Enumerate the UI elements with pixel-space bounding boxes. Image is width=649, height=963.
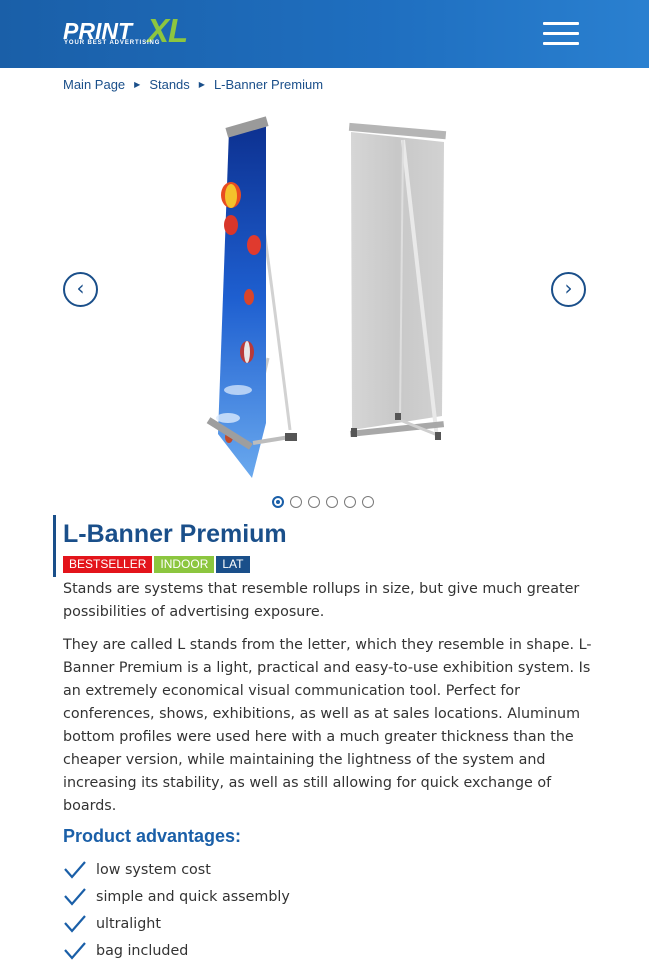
badge-bestseller: BESTSELLER [63,556,153,573]
badge-indoor: INDOOR [154,556,215,573]
badge-lat: LAT [216,556,250,573]
site-header: PRINT XL YOUR BEST ADVERTISING [0,0,649,68]
gallery-pagination [272,496,374,510]
banner-back [348,122,447,440]
checkmark-icon [64,860,86,879]
title-accent-bar [53,515,56,577]
advantage-text: simple and quick assembly [96,888,290,905]
breadcrumb-main-page[interactable]: Main Page [63,77,125,92]
product-gallery: ‹ › [0,100,649,485]
list-item: bag included [63,937,563,963]
breadcrumb: Main Page ▶ Stands ▶ L-Banner Premium [63,75,323,93]
advantage-text: bag included [96,942,189,959]
advantage-text: low system cost [96,861,211,878]
checkmark-icon [64,887,86,906]
breadcrumb-stands[interactable]: Stands [149,77,189,92]
list-item: low system cost [63,856,563,883]
list-item: simple and quick assembly [63,883,563,910]
advantages-heading: Product advantages: [63,826,242,846]
gallery-dot-2[interactable] [290,496,302,508]
gallery-dot-1[interactable] [272,496,284,508]
advantage-text: ultralight [96,915,161,932]
gallery-next-button[interactable]: › [551,272,586,307]
list-item: ultralight [63,910,563,937]
product-description-intro: Stands are systems that resemble rollups… [63,581,580,620]
product-description-body: They are called L stands from the letter… [63,637,592,814]
checkmark-icon [64,941,86,960]
gallery-dot-6[interactable] [362,496,374,508]
banner-front [206,116,297,478]
advantages-list: low system cost simple and quick assembl… [63,856,563,963]
checkmark-icon [64,914,86,933]
product-badges: BESTSELLER INDOOR LAT [63,556,250,573]
triangle-right-icon: ▶ [198,79,205,89]
hamburger-menu-icon[interactable] [543,22,579,46]
product-title: L-Banner Premium [63,520,287,548]
gallery-dot-3[interactable] [308,496,320,508]
gallery-dot-5[interactable] [344,496,356,508]
gallery-dot-4[interactable] [326,496,338,508]
logo-tagline: YOUR BEST ADVERTISING [64,40,161,46]
gallery-prev-button[interactable]: ‹ [63,272,98,307]
triangle-right-icon: ▶ [134,79,141,89]
breadcrumb-current: L-Banner Premium [213,76,324,92]
